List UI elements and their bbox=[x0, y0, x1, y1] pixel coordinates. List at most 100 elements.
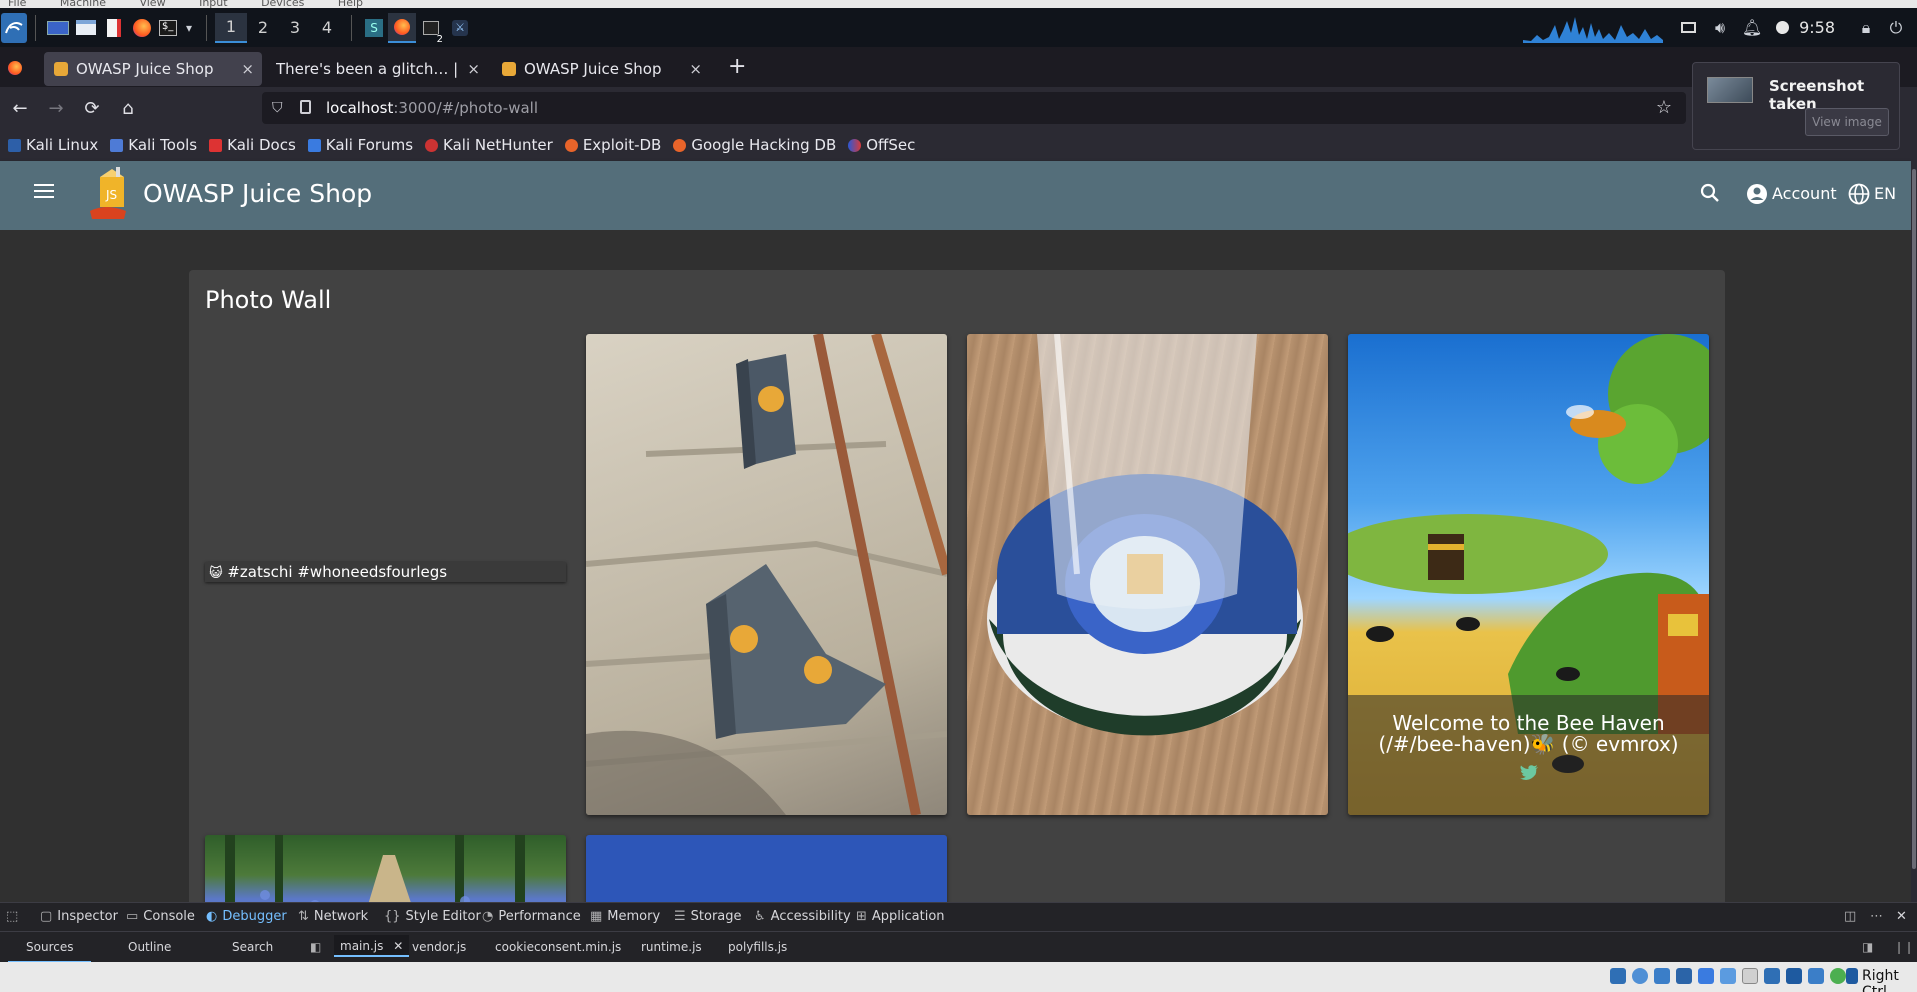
tab-slack[interactable]: There's been a glitch… | Slack × bbox=[266, 52, 488, 86]
shield-icon[interactable]: ⛉ bbox=[272, 100, 283, 116]
page-info-icon[interactable] bbox=[300, 100, 311, 114]
power-icon[interactable]: ⏻ bbox=[1881, 13, 1911, 43]
workspace-3[interactable]: 3 bbox=[279, 13, 311, 43]
reload-button[interactable]: ⟳ bbox=[80, 96, 104, 120]
file-tab-vendor-js[interactable]: vendor.js bbox=[412, 940, 466, 954]
scrollbar-thumb[interactable] bbox=[1912, 169, 1916, 869]
usb-icon[interactable] bbox=[1698, 968, 1714, 984]
forward-button[interactable]: → bbox=[44, 96, 68, 120]
bookmark-google-hacking-db[interactable]: Google Hacking DB bbox=[673, 136, 836, 154]
screenshot-thumbnail[interactable] bbox=[1707, 77, 1753, 103]
workspace-1[interactable]: 1 bbox=[215, 12, 247, 43]
tab-close-icon[interactable]: × bbox=[241, 60, 254, 78]
workspace-2[interactable]: 2 bbox=[247, 13, 279, 43]
hamburger-menu-icon[interactable] bbox=[34, 183, 56, 207]
bookmark-kali-tools[interactable]: Kali Tools bbox=[110, 136, 197, 154]
guest-additions-icon[interactable] bbox=[1808, 968, 1824, 984]
bookmark-exploit-db[interactable]: Exploit-DB bbox=[564, 136, 661, 154]
firefox-launcher-icon[interactable] bbox=[128, 13, 156, 43]
shared-folders-icon[interactable] bbox=[1720, 968, 1736, 984]
toggle-sidebar-icon[interactable]: ◧ bbox=[310, 940, 321, 954]
power-status-icon[interactable] bbox=[1767, 13, 1797, 43]
tab-owasp-juice-shop-2[interactable]: OWASP Juice Shop × bbox=[492, 52, 710, 86]
element-picker-icon[interactable]: ⬚ bbox=[6, 909, 23, 924]
cpu-activity-icon[interactable] bbox=[1830, 968, 1846, 984]
bookmark-kali-docs[interactable]: Kali Docs bbox=[209, 136, 296, 154]
tab-close-icon[interactable]: × bbox=[467, 60, 480, 78]
page-scrollbar[interactable] bbox=[1911, 161, 1917, 902]
bookmark-kali-nethunter[interactable]: Kali NetHunter bbox=[425, 136, 553, 154]
subtab-sources[interactable]: Sources bbox=[7, 940, 93, 963]
network-adapter-icon[interactable] bbox=[1676, 968, 1692, 984]
kali-menu-icon[interactable] bbox=[1, 12, 27, 43]
back-button[interactable]: ← bbox=[8, 96, 32, 120]
photo-glass-coaster[interactable] bbox=[967, 334, 1328, 815]
toggle-right-pane-icon[interactable]: ◨ bbox=[1862, 940, 1873, 954]
juice-shop-logo[interactable]: JS bbox=[86, 167, 134, 227]
firefox-window-icon[interactable] bbox=[388, 12, 416, 43]
subtab-search[interactable]: Search bbox=[232, 940, 273, 954]
text-editor-icon[interactable] bbox=[100, 13, 128, 43]
notifications-bell-icon[interactable]: 🔔︎ bbox=[1737, 13, 1767, 43]
file-tab-runtime-js[interactable]: runtime.js bbox=[641, 940, 702, 954]
tab-storage[interactable]: ☰ Storage bbox=[674, 909, 742, 924]
mouse-integration-icon[interactable] bbox=[1846, 968, 1858, 984]
workspace-4[interactable]: 4 bbox=[311, 13, 343, 43]
tab-inspector[interactable]: ▢ Inspector bbox=[40, 909, 118, 924]
firefox-view-icon[interactable] bbox=[8, 61, 22, 75]
tab-owasp-juice-shop-active[interactable]: OWASP Juice Shop × bbox=[44, 52, 262, 86]
tab-performance[interactable]: ◔ Performance bbox=[482, 909, 581, 924]
terminal-launcher-icon[interactable]: $_ bbox=[156, 13, 180, 43]
show-desktop-icon[interactable] bbox=[44, 13, 72, 43]
account-circle-icon[interactable] bbox=[1746, 183, 1768, 209]
new-tab-button[interactable]: + bbox=[728, 54, 746, 79]
close-file-icon[interactable]: ✕ bbox=[393, 939, 403, 953]
photo-forest-path[interactable] bbox=[205, 835, 566, 902]
file-manager-icon[interactable] bbox=[72, 13, 100, 43]
clock[interactable]: 9:58 bbox=[1799, 18, 1835, 37]
hard-disk-icon[interactable] bbox=[1610, 968, 1626, 984]
burp-window-icon[interactable]: S bbox=[360, 13, 388, 43]
kali-dragon-window-icon[interactable]: ⚔ bbox=[446, 13, 474, 43]
account-button[interactable]: Account bbox=[1772, 184, 1837, 203]
display-settings-icon[interactable] bbox=[1742, 968, 1758, 984]
volume-icon[interactable]: 🔊︎ bbox=[1703, 13, 1737, 43]
optical-drive-icon[interactable] bbox=[1632, 968, 1648, 984]
screen-capture-icon[interactable] bbox=[1764, 968, 1780, 984]
vm-menu-help[interactable]: Help bbox=[338, 0, 363, 8]
dock-side-icon[interactable]: ◫ bbox=[1844, 909, 1861, 924]
terminal-window-icon[interactable]: 2 bbox=[416, 13, 446, 45]
vm-menu-file[interactable]: File bbox=[8, 0, 26, 8]
bookmark-kali-linux[interactable]: Kali Linux bbox=[8, 136, 98, 154]
app-title[interactable]: OWASP Juice Shop bbox=[143, 179, 372, 208]
bookmark-offsec[interactable]: OffSec bbox=[848, 136, 915, 154]
photo-wall-brackets[interactable] bbox=[586, 334, 947, 815]
pause-resume-icon[interactable]: ❘❘ bbox=[1894, 940, 1914, 954]
vm-menu-machine[interactable]: Machine bbox=[60, 0, 106, 8]
twitter-bird-icon[interactable] bbox=[1348, 763, 1709, 784]
tab-style-editor[interactable]: {} Style Editor bbox=[384, 909, 481, 924]
view-image-button[interactable]: View image bbox=[1805, 108, 1889, 136]
tab-network[interactable]: ⇅ Network bbox=[298, 909, 368, 924]
bookmark-star-icon[interactable]: ☆ bbox=[1656, 97, 1672, 118]
close-devtools-icon[interactable]: ✕ bbox=[1896, 909, 1912, 924]
video-record-icon[interactable] bbox=[1786, 968, 1802, 984]
tab-accessibility[interactable]: ♿︎ Accessibility bbox=[754, 909, 851, 924]
chevron-down-icon[interactable]: ▾ bbox=[180, 13, 198, 43]
home-button[interactable]: ⌂ bbox=[116, 96, 140, 120]
photo-bee-haven[interactable]: Welcome to the Bee Haven (/#/bee-haven)🐝… bbox=[1348, 334, 1709, 815]
file-tab-cookieconsent-js[interactable]: cookieconsent.min.js bbox=[495, 940, 621, 954]
subtab-outline[interactable]: Outline bbox=[128, 940, 171, 954]
file-tab-polyfills-js[interactable]: polyfills.js bbox=[728, 940, 787, 954]
more-options-icon[interactable]: ⋯ bbox=[1870, 909, 1888, 924]
language-button[interactable]: EN bbox=[1874, 184, 1896, 203]
display-icon[interactable] bbox=[1673, 13, 1703, 43]
bookmark-kali-forums[interactable]: Kali Forums bbox=[307, 136, 413, 154]
globe-icon[interactable] bbox=[1848, 183, 1870, 209]
lock-screen-icon[interactable]: 🔒︎ bbox=[1851, 13, 1881, 43]
file-tab-main-js[interactable]: main.js ✕ bbox=[334, 935, 410, 957]
tab-console[interactable]: ▭ Console bbox=[126, 909, 195, 924]
tab-memory[interactable]: ▦ Memory bbox=[590, 909, 660, 924]
search-icon[interactable] bbox=[1700, 183, 1720, 207]
vm-menu-view[interactable]: View bbox=[139, 0, 165, 8]
